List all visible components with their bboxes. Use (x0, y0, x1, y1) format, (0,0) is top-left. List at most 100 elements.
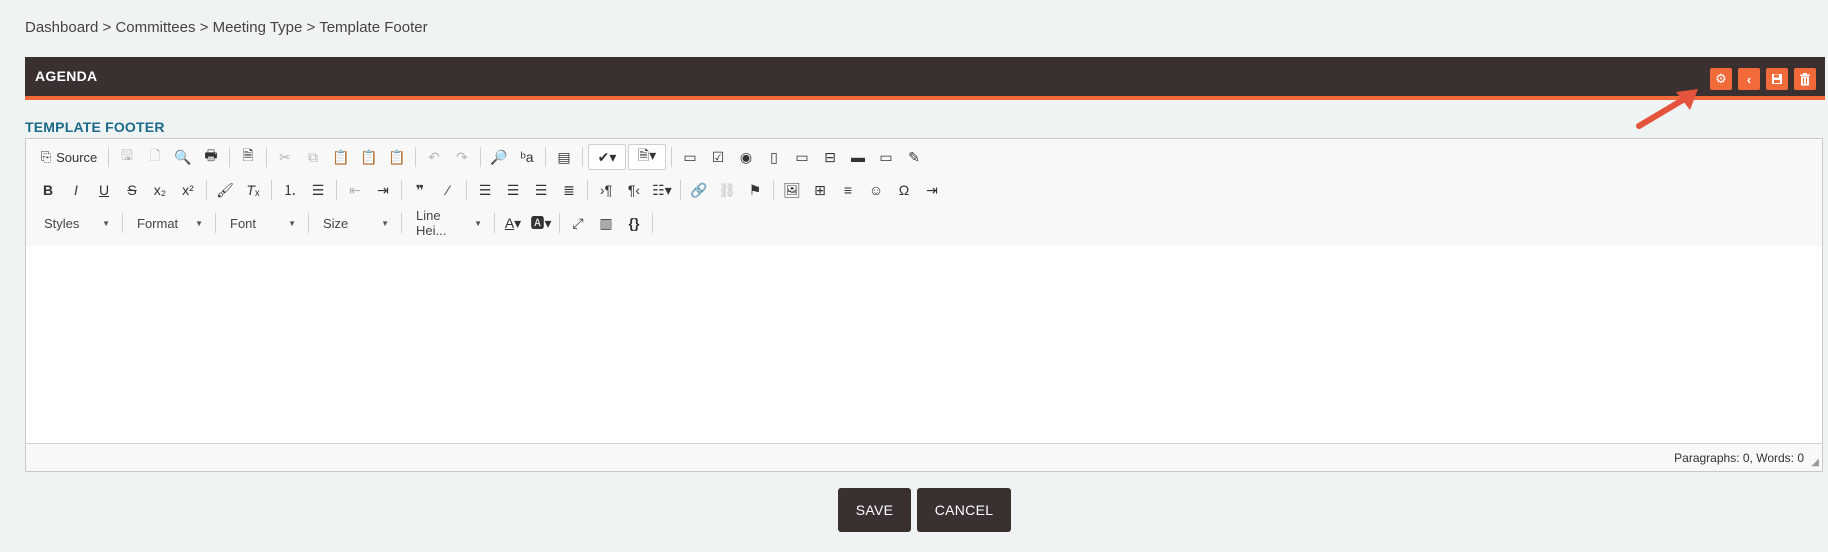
templates-button[interactable]: 🗎 (234, 145, 262, 169)
caret-down-icon: ▼ (288, 218, 296, 228)
align-left-button[interactable]: ☰ (471, 178, 499, 202)
div-container-button[interactable]: ⁄ (434, 178, 462, 202)
separator (271, 180, 272, 200)
underline-button[interactable]: U (90, 178, 118, 202)
button-field-icon: ▬ (851, 149, 865, 165)
textarea-button[interactable]: ▭ (788, 145, 816, 169)
select-field-button[interactable]: ⊟ (816, 145, 844, 169)
copy-button[interactable]: ⧉ (299, 145, 327, 169)
image-button[interactable]: 🖼 (778, 178, 806, 202)
horizontal-line-button[interactable]: ≡ (834, 178, 862, 202)
bold-button[interactable]: B (34, 178, 62, 202)
paste-button[interactable]: 📋 (327, 145, 355, 169)
align-center-icon: ☰ (506, 181, 520, 198)
undo-icon: ↶ (428, 148, 440, 165)
show-blocks-button[interactable]: ▥ (592, 211, 620, 235)
checkbox-button[interactable]: ☑ (704, 145, 732, 169)
separator (336, 180, 337, 200)
remove-format-button[interactable]: Tₓ (239, 178, 267, 202)
separator (559, 213, 560, 233)
unlink-button[interactable]: ⛓ (713, 178, 741, 202)
superscript-icon: x² (182, 182, 194, 198)
ltr-button[interactable]: ›¶ (592, 178, 620, 202)
print-button[interactable]: 🖶 (197, 145, 225, 169)
align-center-button[interactable]: ☰ (499, 178, 527, 202)
italic-button[interactable]: I (62, 178, 90, 202)
toolbar-row-1: ⎘ Source 🖫 🗋 🔍 🖶 🗎 ✂ ⧉ 📋 📋 📋 ↶ ↷ 🔎 ᵇa ▤ (34, 143, 928, 171)
button-field-button[interactable]: ▬ (844, 145, 872, 169)
line-height-select[interactable]: Line Hei... ▼ (406, 208, 490, 238)
settings-button[interactable]: ⚙ (1710, 68, 1732, 90)
bg-color-dropdown[interactable]: 🅰▾ (527, 211, 555, 235)
blockquote-button[interactable]: ❞ (406, 178, 434, 202)
replace-button[interactable]: ᵇa (513, 145, 541, 169)
copy-formatting-button[interactable]: 🖌 (211, 178, 239, 202)
font-select[interactable]: Font ▼ (220, 211, 304, 235)
separator (545, 147, 546, 167)
link-button[interactable]: 🔗 (685, 178, 713, 202)
select-all-button[interactable]: ▤ (550, 145, 578, 169)
align-right-button[interactable]: ☰ (527, 178, 555, 202)
maximize-button[interactable]: ⤢ (564, 211, 592, 235)
hidden-field-button[interactable]: ✎ (900, 145, 928, 169)
separator (122, 213, 123, 233)
breadcrumb: Dashboard > Committees > Meeting Type > … (25, 19, 428, 36)
paste-word-button[interactable]: 📋 (383, 145, 411, 169)
numbered-list-icon: ⒈ (283, 182, 297, 198)
save-button[interactable]: SAVE (838, 488, 911, 532)
word-count: Paragraphs: 0, Words: 0 (1674, 451, 1804, 465)
strikethrough-button[interactable]: S (118, 178, 146, 202)
subscript-button[interactable]: x₂ (146, 178, 174, 202)
clipboard-word-icon: 📋 (388, 148, 406, 165)
spell-as-you-type-dropdown[interactable]: 🗎▾ (628, 144, 666, 170)
find-button[interactable]: 🔎 (485, 145, 513, 169)
spellcheck-dropdown[interactable]: ✔▾ (588, 144, 626, 170)
justify-button[interactable]: ≣ (555, 178, 583, 202)
language-dropdown[interactable]: ☷▾ (648, 178, 676, 202)
special-char-button[interactable]: Ω (890, 178, 918, 202)
cancel-button[interactable]: CANCEL (917, 488, 1011, 532)
radio-button[interactable]: ◉ (732, 145, 760, 169)
indent-button[interactable]: ⇥ (369, 178, 397, 202)
save-doc-button[interactable]: 🖫 (113, 145, 141, 169)
numbered-list-button[interactable]: ⒈ (276, 178, 304, 202)
resize-handle-icon[interactable]: ◢ (1811, 457, 1819, 468)
styles-select[interactable]: Styles ▼ (34, 211, 118, 235)
bulleted-list-button[interactable]: ☰ (304, 178, 332, 202)
separator (108, 147, 109, 167)
rtl-button[interactable]: ¶‹ (620, 178, 648, 202)
delete-button[interactable] (1794, 68, 1816, 90)
text-color-dropdown[interactable]: A▾ (499, 211, 527, 235)
outdent-button[interactable]: ⇤ (341, 178, 369, 202)
new-page-button[interactable]: 🗋 (141, 145, 169, 169)
omega-icon: Ω (898, 182, 910, 198)
save-icon-button[interactable] (1766, 68, 1788, 90)
smiley-button[interactable]: ☺ (862, 178, 890, 202)
editor-content[interactable] (26, 246, 1822, 446)
superscript-button[interactable]: x² (174, 178, 202, 202)
braces-icon: {} (628, 215, 640, 231)
page-break-button[interactable]: ⇥ (918, 178, 946, 202)
format-select[interactable]: Format ▼ (127, 211, 211, 235)
anchor-button[interactable]: ⚑ (741, 178, 769, 202)
bulleted-list-icon: ☰ (311, 181, 325, 198)
table-button[interactable]: ⊞ (806, 178, 834, 202)
source-button[interactable]: ⎘ Source (34, 145, 104, 169)
size-select[interactable]: Size ▼ (313, 211, 397, 235)
preview-button[interactable]: 🔍 (169, 145, 197, 169)
flag-icon: ⚑ (748, 181, 762, 198)
justify-icon: ≣ (563, 181, 575, 198)
copy-icon: ⧉ (308, 148, 318, 165)
font-label: Font (230, 215, 257, 231)
image-button-field-button[interactable]: ▭ (872, 145, 900, 169)
undo-button[interactable]: ↶ (420, 145, 448, 169)
redo-button[interactable]: ↷ (448, 145, 476, 169)
back-button[interactable]: ‹ (1738, 68, 1760, 90)
text-field-button[interactable]: ▯ (760, 145, 788, 169)
cut-button[interactable]: ✂ (271, 145, 299, 169)
form-button[interactable]: ▭ (676, 145, 704, 169)
source-label: Source (56, 149, 98, 165)
code-snippet-button[interactable]: {} (620, 211, 648, 235)
form-icon: ▭ (683, 148, 697, 165)
paste-text-button[interactable]: 📋 (355, 145, 383, 169)
